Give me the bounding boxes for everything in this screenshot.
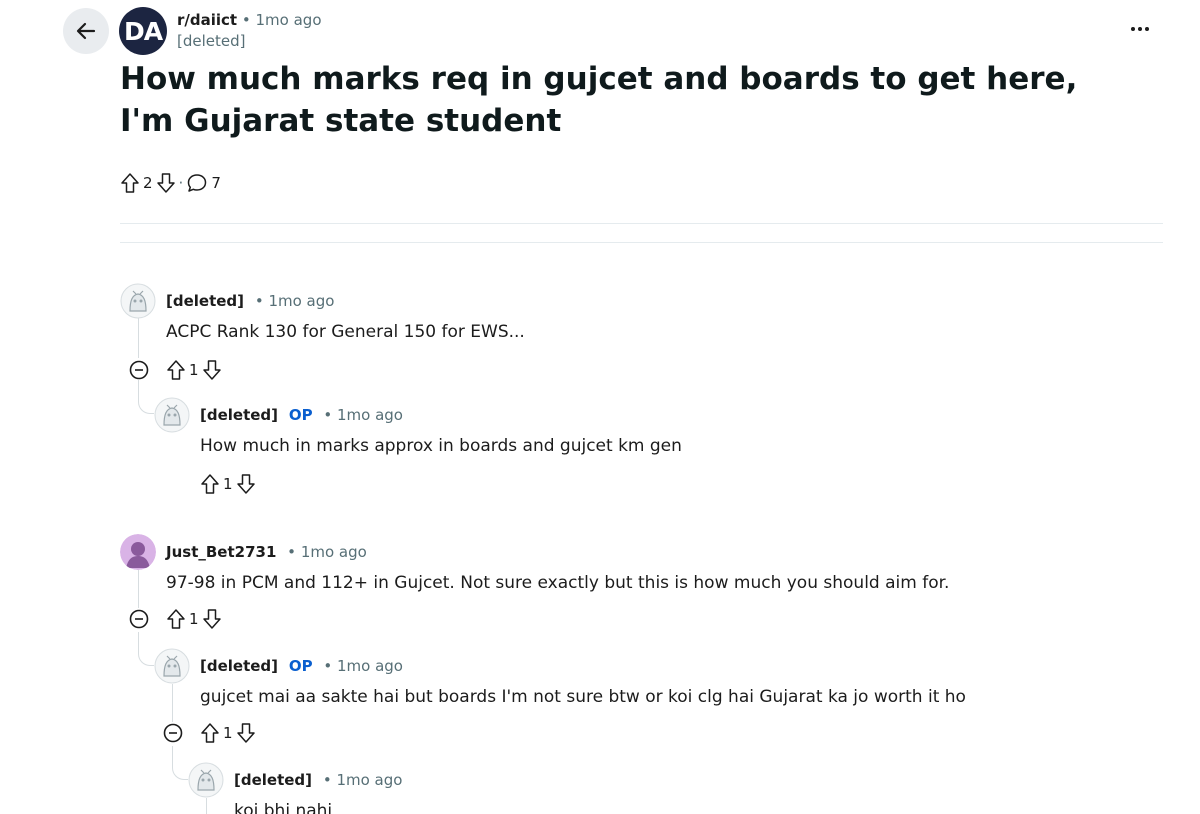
upvote-arrow-icon — [121, 173, 139, 193]
comment-author[interactable]: [deleted] — [200, 406, 278, 424]
meta-dot: • — [287, 543, 297, 561]
avatar[interactable] — [120, 283, 156, 319]
comment-body: koi bhi nahi — [234, 801, 333, 814]
avatar[interactable] — [154, 397, 190, 433]
upvote-button[interactable] — [166, 608, 186, 630]
comment-author[interactable]: [deleted] — [200, 657, 278, 675]
comment-score: 1 — [189, 361, 199, 379]
upvote-button[interactable] — [120, 172, 140, 194]
comment-score: 1 — [223, 724, 233, 742]
comment-score: 1 — [189, 610, 199, 628]
divider — [120, 223, 1163, 224]
collapse-minus-icon[interactable] — [162, 722, 184, 744]
comment-time: 1mo ago — [336, 657, 403, 675]
comments-button[interactable] — [186, 172, 208, 194]
comment-meta: Just_Bet2731 • 1mo ago — [166, 542, 367, 562]
comment-meta: [deleted] OP • 1mo ago — [200, 405, 403, 425]
collapse-minus-icon[interactable] — [128, 608, 150, 630]
thread-line — [138, 632, 154, 666]
comment-meta: [deleted] OP • 1mo ago — [200, 656, 403, 676]
post-author: [deleted] — [177, 32, 246, 50]
upvote-arrow-icon — [201, 474, 219, 494]
downvote-button[interactable] — [236, 473, 256, 495]
comment-meta: [deleted] • 1mo ago — [166, 291, 334, 311]
comment-meta: [deleted] • 1mo ago — [234, 770, 402, 790]
comment-time: 1mo ago — [336, 406, 403, 424]
comment-bubble-icon — [188, 174, 207, 192]
downvote-arrow-icon — [156, 173, 175, 193]
thread-line — [138, 318, 139, 358]
post-actions: 2 · 7 — [120, 172, 221, 194]
op-badge: OP — [288, 406, 313, 424]
comment-time: 1mo ago — [300, 543, 367, 561]
post-meta: r/daiict • 1mo ago [deleted] — [177, 10, 322, 52]
comment-actions: 1 — [166, 359, 222, 381]
comment-time: 1mo ago — [336, 771, 403, 789]
downvote-button[interactable] — [202, 359, 222, 381]
thread-line — [138, 570, 139, 608]
thread-line — [138, 380, 154, 414]
post-score: 2 — [143, 174, 153, 192]
meta-dot: • — [323, 406, 333, 424]
downvote-button[interactable] — [156, 172, 176, 194]
downvote-button[interactable] — [202, 608, 222, 630]
separator: · — [178, 174, 184, 192]
more-options-icon — [1131, 27, 1149, 31]
meta-dot: • — [322, 771, 332, 789]
meta-dot: • — [323, 657, 333, 675]
downvote-arrow-icon — [236, 474, 255, 494]
comment-body: ACPC Rank 130 for General 150 for EWS... — [166, 322, 525, 342]
downvote-button[interactable] — [236, 722, 256, 744]
meta-dot: • — [254, 292, 264, 310]
subreddit-avatar[interactable]: DA — [119, 7, 167, 55]
comment-time: 1mo ago — [268, 292, 335, 310]
downvote-arrow-icon — [202, 360, 221, 380]
comment-author[interactable]: [deleted] — [166, 292, 244, 310]
comment-score: 1 — [223, 475, 233, 493]
avatar[interactable] — [154, 648, 190, 684]
comment-body: gujcet mai aa sakte hai but boards I'm n… — [200, 687, 966, 707]
more-options-button[interactable] — [1122, 16, 1158, 42]
thread-line — [172, 746, 188, 780]
collapse-minus-icon[interactable] — [128, 359, 150, 381]
meta-dot: • — [241, 11, 251, 29]
comment-author[interactable]: Just_Bet2731 — [166, 543, 276, 561]
upvote-arrow-icon — [167, 360, 185, 380]
upvote-button[interactable] — [166, 359, 186, 381]
comment-body: How much in marks approx in boards and g… — [200, 436, 682, 456]
comment-actions: 1 — [200, 473, 256, 495]
post-title: How much marks req in gujcet and boards … — [120, 61, 1078, 139]
downvote-arrow-icon — [202, 609, 221, 629]
comment-author[interactable]: [deleted] — [234, 771, 312, 789]
op-badge: OP — [288, 657, 313, 675]
avatar[interactable] — [120, 534, 156, 570]
comment-body: 97-98 in PCM and 112+ in Gujcet. Not sur… — [166, 573, 950, 593]
upvote-arrow-icon — [167, 609, 185, 629]
upvote-button[interactable] — [200, 473, 220, 495]
upvote-arrow-icon — [201, 723, 219, 743]
comment-count: 7 — [211, 174, 221, 192]
avatar[interactable] — [188, 762, 224, 798]
subreddit-link[interactable]: r/daiict — [177, 11, 237, 29]
post-time: 1mo ago — [255, 11, 322, 29]
upvote-button[interactable] — [200, 722, 220, 744]
downvote-arrow-icon — [236, 723, 255, 743]
divider — [120, 242, 1163, 243]
back-button[interactable] — [63, 8, 109, 54]
comment-actions: 1 — [166, 608, 222, 630]
comment-actions: 1 — [200, 722, 256, 744]
thread-line — [206, 798, 207, 814]
arrow-left-icon — [76, 22, 96, 40]
thread-line — [172, 684, 173, 722]
